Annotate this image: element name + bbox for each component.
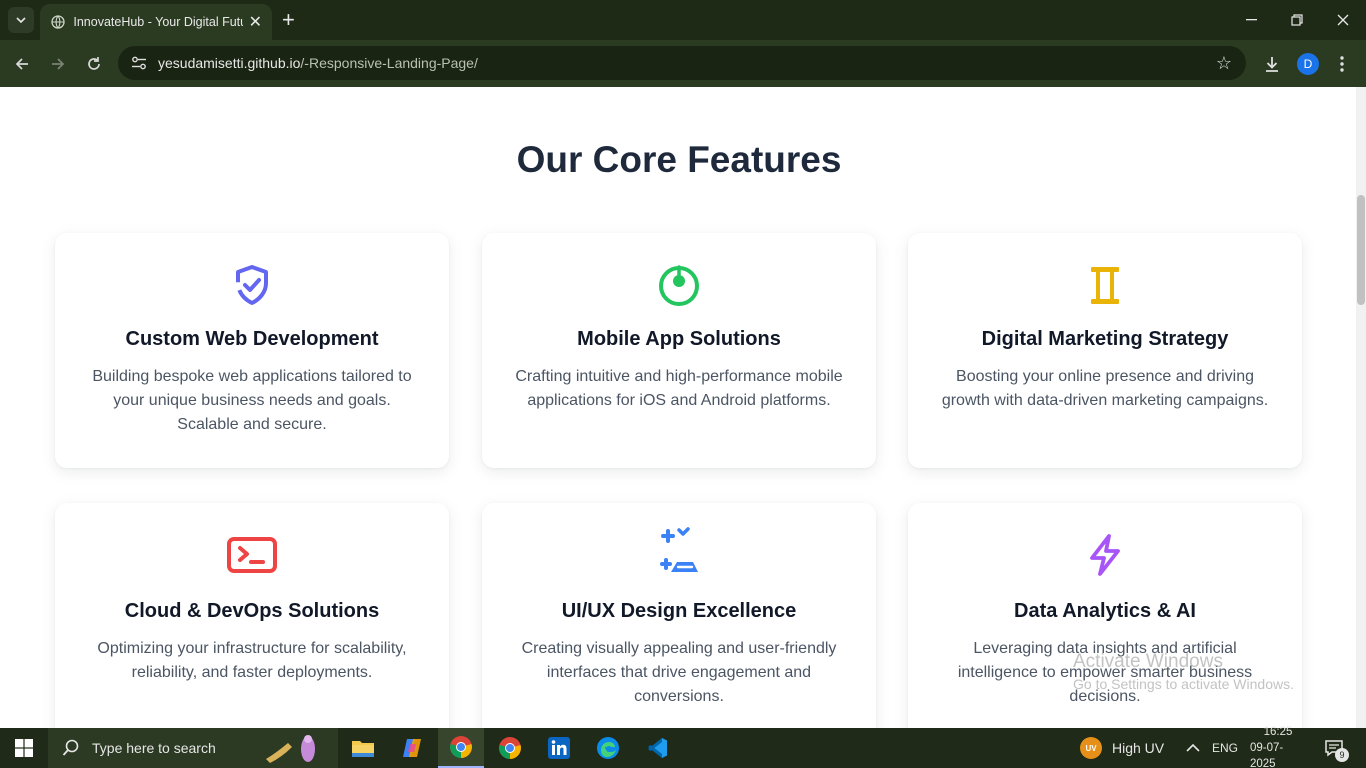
close-window-button[interactable] — [1320, 0, 1366, 40]
page-viewport: Our Core Features Custom Web Development… — [0, 87, 1366, 728]
download-icon — [1266, 57, 1278, 72]
feature-title: UI/UX Design Excellence — [561, 600, 797, 622]
search-placeholder: Type here to search — [92, 740, 216, 756]
address-bar[interactable]: yesudamisetti.github.io/-Responsive-Land… — [118, 46, 1246, 80]
browser-menu-button[interactable] — [1330, 52, 1354, 76]
scrollbar-thumb[interactable] — [1357, 195, 1365, 305]
tab-close-icon[interactable]: ✕ — [249, 12, 262, 32]
restore-button[interactable] — [1274, 0, 1320, 40]
folder-icon — [352, 741, 374, 757]
chevron-down-icon — [16, 17, 26, 23]
power-ring-icon — [482, 263, 876, 307]
feature-description: Creating visually appealing and user-fri… — [521, 640, 837, 705]
feature-description: Crafting intuitive and high-performance … — [515, 368, 843, 409]
feature-card: Cloud & DevOps Solutions Optimizing your… — [55, 503, 449, 728]
url-path: /-Responsive-Landing-Page/ — [300, 55, 478, 71]
linkedin-app[interactable] — [536, 728, 582, 768]
notification-center-button[interactable]: 9 — [1324, 728, 1349, 768]
arrow-left-icon — [15, 58, 28, 70]
linkedin-icon — [548, 737, 570, 759]
url-text: yesudamisetti.github.io/-Responsive-Land… — [158, 55, 478, 71]
section-title: Our Core Features — [516, 139, 842, 180]
start-button[interactable] — [0, 728, 48, 768]
language-indicator[interactable]: ENG — [1212, 728, 1238, 768]
more-vertical-icon — [1340, 56, 1344, 72]
weather-text: High UV — [1112, 740, 1165, 756]
vscode-app[interactable] — [634, 728, 680, 768]
restore-icon — [1291, 14, 1303, 26]
weather-widget[interactable]: UV High UV — [1080, 728, 1164, 768]
downloads-button[interactable] — [1260, 52, 1284, 76]
chrome-profile-app[interactable] — [487, 728, 533, 768]
reload-icon — [88, 57, 100, 70]
browser-tab-bar: InnovateHub - Your Digital Futu ✕ + — [0, 0, 1366, 40]
bookmark-star-icon[interactable]: ☆ — [1216, 53, 1232, 74]
edge-icon — [597, 737, 619, 759]
feature-card: Data Analytics & AI Leveraging data insi… — [908, 503, 1302, 728]
page-scrollbar[interactable] — [1356, 87, 1366, 728]
shield-check-icon — [55, 263, 449, 307]
clock-time: 16:25 — [1263, 726, 1293, 738]
search-highlight-icon — [265, 735, 315, 763]
chrome-icon — [450, 736, 472, 758]
vscode-icon — [648, 738, 667, 758]
activate-windows-title: Activate Windows — [1073, 651, 1223, 672]
feature-title: Data Analytics & AI — [1014, 600, 1196, 622]
uv-badge-icon: UV — [1080, 737, 1102, 759]
browser-tab-active[interactable]: InnovateHub - Your Digital Futu ✕ — [40, 4, 272, 40]
tray-overflow-button[interactable] — [1186, 728, 1200, 768]
feature-description: Optimizing your infrastructure for scala… — [97, 640, 407, 681]
search-icon — [62, 739, 79, 756]
feature-description: Boosting your online presence and drivin… — [941, 368, 1269, 409]
feature-card: UI/UX Design Excellence Creating visuall… — [482, 503, 876, 728]
tab-search-button[interactable] — [8, 7, 34, 33]
chrome-icon — [499, 737, 521, 759]
arrow-right-icon — [52, 58, 65, 70]
back-button[interactable] — [9, 51, 35, 77]
feature-title: Custom Web Development — [125, 328, 379, 350]
feature-card: Custom Web Development Building bespoke … — [55, 233, 449, 468]
pillar-icon — [908, 263, 1302, 307]
feature-title: Digital Marketing Strategy — [981, 328, 1229, 350]
feature-title: Cloud & DevOps Solutions — [124, 600, 380, 622]
feature-description: Leveraging data insights and artificial … — [957, 640, 1253, 705]
close-icon — [1337, 14, 1349, 26]
copilot-app[interactable] — [389, 728, 435, 768]
notification-count-badge: 9 — [1335, 748, 1349, 762]
chevron-up-icon — [1186, 744, 1200, 752]
minimize-icon — [1245, 19, 1257, 21]
edge-app[interactable] — [585, 728, 631, 768]
browser-toolbar: yesudamisetti.github.io/-Responsive-Land… — [0, 40, 1366, 87]
globe-icon — [50, 14, 65, 30]
clock-date: 09-07-2025 — [1250, 742, 1284, 768]
new-tab-button[interactable]: + — [282, 8, 295, 32]
feature-card: Mobile App Solutions Crafting intuitive … — [482, 233, 876, 468]
copilot-icon — [403, 739, 421, 757]
taskbar-search[interactable]: Type here to search — [48, 728, 338, 768]
url-host: yesudamisetti.github.io — [158, 55, 301, 71]
activate-windows-subtitle: Go to Settings to activate Windows. — [1073, 676, 1294, 692]
feature-description: Building bespoke web applications tailor… — [92, 368, 412, 433]
file-explorer-app[interactable] — [340, 728, 386, 768]
forward-button[interactable] — [45, 51, 71, 77]
clock[interactable]: 16:25 09-07-2025 — [1250, 726, 1306, 768]
lightning-icon — [908, 533, 1302, 577]
windows-taskbar: Type here to search UV High UV ENG 16:25… — [0, 726, 1366, 768]
minimize-button[interactable] — [1228, 0, 1274, 40]
windows-logo-icon — [15, 739, 33, 757]
reload-button[interactable] — [81, 51, 107, 77]
design-tools-icon — [482, 527, 876, 573]
feature-card: Digital Marketing Strategy Boosting your… — [908, 233, 1302, 468]
chrome-app-active[interactable] — [438, 728, 484, 768]
profile-avatar[interactable]: D — [1297, 53, 1319, 75]
site-settings-icon[interactable] — [130, 54, 148, 72]
terminal-icon — [55, 533, 449, 577]
tab-title: InnovateHub - Your Digital Futu — [73, 15, 243, 29]
feature-title: Mobile App Solutions — [577, 328, 781, 350]
